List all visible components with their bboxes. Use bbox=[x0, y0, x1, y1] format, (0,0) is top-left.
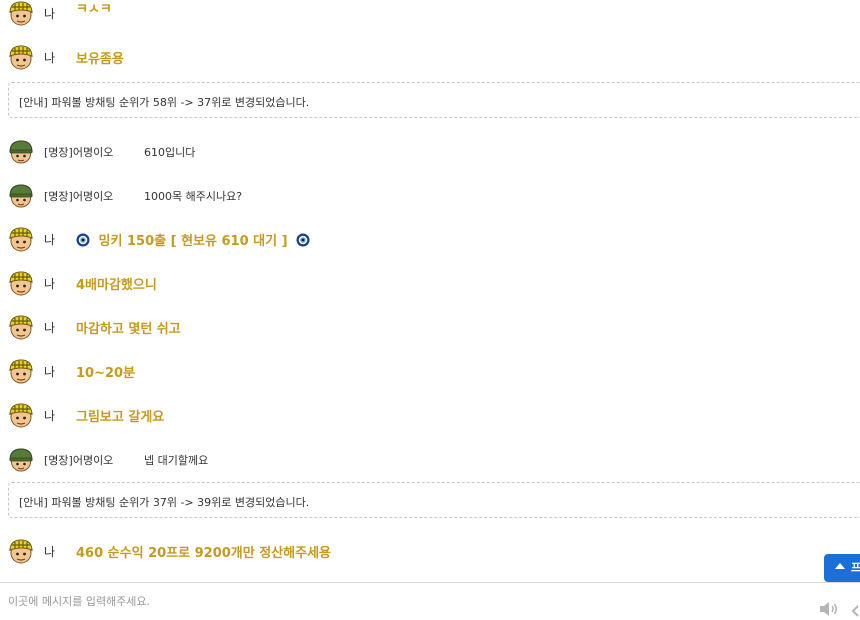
yellow-helmet-avatar-icon bbox=[8, 402, 34, 428]
sender-name: 나 bbox=[44, 7, 56, 21]
scroll-to-top-label: 프 bbox=[851, 561, 860, 574]
sender-name: [명장]어명이오 bbox=[44, 146, 114, 159]
scroll-to-top-button[interactable]: 프 bbox=[824, 554, 860, 582]
nazar-eye-icon bbox=[76, 233, 90, 247]
message-text: 1000목 해주시나요? bbox=[144, 190, 243, 203]
sender-name: 나 bbox=[44, 51, 56, 65]
notice-text: [안내] 파워볼 방채팅 순위가 37위 -> 39위로 변경되었습니다. bbox=[19, 496, 310, 509]
speaker-icon[interactable] bbox=[818, 601, 840, 617]
sender-name: [명장]어명이오 bbox=[44, 454, 114, 467]
sender-name: 나 bbox=[44, 365, 56, 379]
chat-message-mine: 나 4배마감했으니 bbox=[0, 270, 860, 300]
message-text: 넵 대기할께요 bbox=[144, 454, 209, 467]
yellow-helmet-avatar-icon bbox=[8, 314, 34, 340]
message-text: ㅋㅅㅋ bbox=[76, 2, 112, 17]
chat-message-mine: 나 밍키 150출 [ 현보유 610 대기 ] bbox=[0, 226, 860, 256]
green-helmet-soldier-avatar-icon bbox=[8, 182, 34, 208]
notice-text: [안내] 파워볼 방채팅 순위가 58위 -> 37위로 변경되었습니다. bbox=[19, 96, 310, 109]
green-helmet-soldier-avatar-icon bbox=[8, 138, 34, 164]
chat-message-other: [명장]어명이오 1000목 해주시나요? bbox=[0, 182, 860, 212]
yellow-helmet-avatar-icon bbox=[8, 226, 34, 252]
message-text: 460 순수익 20프로 9200개만 정산해주세용 bbox=[76, 546, 331, 561]
nazar-eye-icon bbox=[296, 233, 310, 247]
chevron-left-icon[interactable] bbox=[850, 603, 860, 617]
yellow-helmet-avatar-icon bbox=[8, 270, 34, 296]
chat-message-mine: 나 460 순수익 20프로 9200개만 정산해주세용 bbox=[0, 538, 860, 568]
sender-name: 나 bbox=[44, 545, 56, 559]
green-helmet-soldier-avatar-icon bbox=[8, 446, 34, 472]
arrow-up-icon bbox=[835, 563, 845, 569]
chat-window: 나 ㅋㅅㅋ 나 보유좀용 [안내] 파워볼 방채팅 순위가 58위 -> 37위… bbox=[0, 0, 860, 620]
message-text: 밍키 150출 [ 현보유 610 대기 ] bbox=[98, 234, 288, 249]
message-text: 그림보고 갈게요 bbox=[76, 410, 165, 425]
sender-name: 나 bbox=[44, 409, 56, 423]
chat-message-mine: 나 마감하고 몇턴 쉬고 bbox=[0, 314, 860, 344]
sender-name: 나 bbox=[44, 277, 56, 291]
message-input[interactable] bbox=[0, 591, 788, 611]
sender-name: 나 bbox=[44, 233, 56, 247]
chat-message-mine: 나 그림보고 갈게요 bbox=[0, 402, 860, 432]
sender-name: [명장]어명이오 bbox=[44, 190, 114, 203]
message-text: 4배마감했으니 bbox=[76, 278, 157, 293]
yellow-helmet-avatar-icon bbox=[8, 44, 34, 70]
chat-message-other: [명장]어명이오 610입니다 bbox=[0, 138, 860, 168]
chat-message-other: [명장]어명이오 넵 대기할께요 bbox=[0, 446, 860, 476]
message-with-eyes: 밍키 150출 [ 현보유 610 대기 ] bbox=[76, 230, 310, 249]
chat-message-mine: 나 보유좀용 bbox=[0, 44, 860, 74]
sender-name: 나 bbox=[44, 321, 56, 335]
system-notice: [안내] 파워볼 방채팅 순위가 37위 -> 39위로 변경되었습니다. bbox=[8, 482, 860, 518]
yellow-helmet-avatar-icon bbox=[8, 538, 34, 564]
message-text: 보유좀용 bbox=[76, 52, 124, 67]
yellow-helmet-avatar-icon bbox=[8, 0, 34, 26]
message-text: 610입니다 bbox=[144, 146, 196, 159]
message-text: 10~20분 bbox=[76, 366, 136, 381]
chat-message-mine: 나 ㅋㅅㅋ bbox=[0, 0, 860, 30]
system-notice: [안내] 파워볼 방채팅 순위가 58위 -> 37위로 변경되었습니다. bbox=[8, 82, 860, 118]
yellow-helmet-avatar-icon bbox=[8, 358, 34, 384]
chat-message-mine: 나 10~20분 bbox=[0, 358, 860, 388]
message-input-bar bbox=[0, 582, 860, 620]
message-text: 마감하고 몇턴 쉬고 bbox=[76, 322, 181, 337]
